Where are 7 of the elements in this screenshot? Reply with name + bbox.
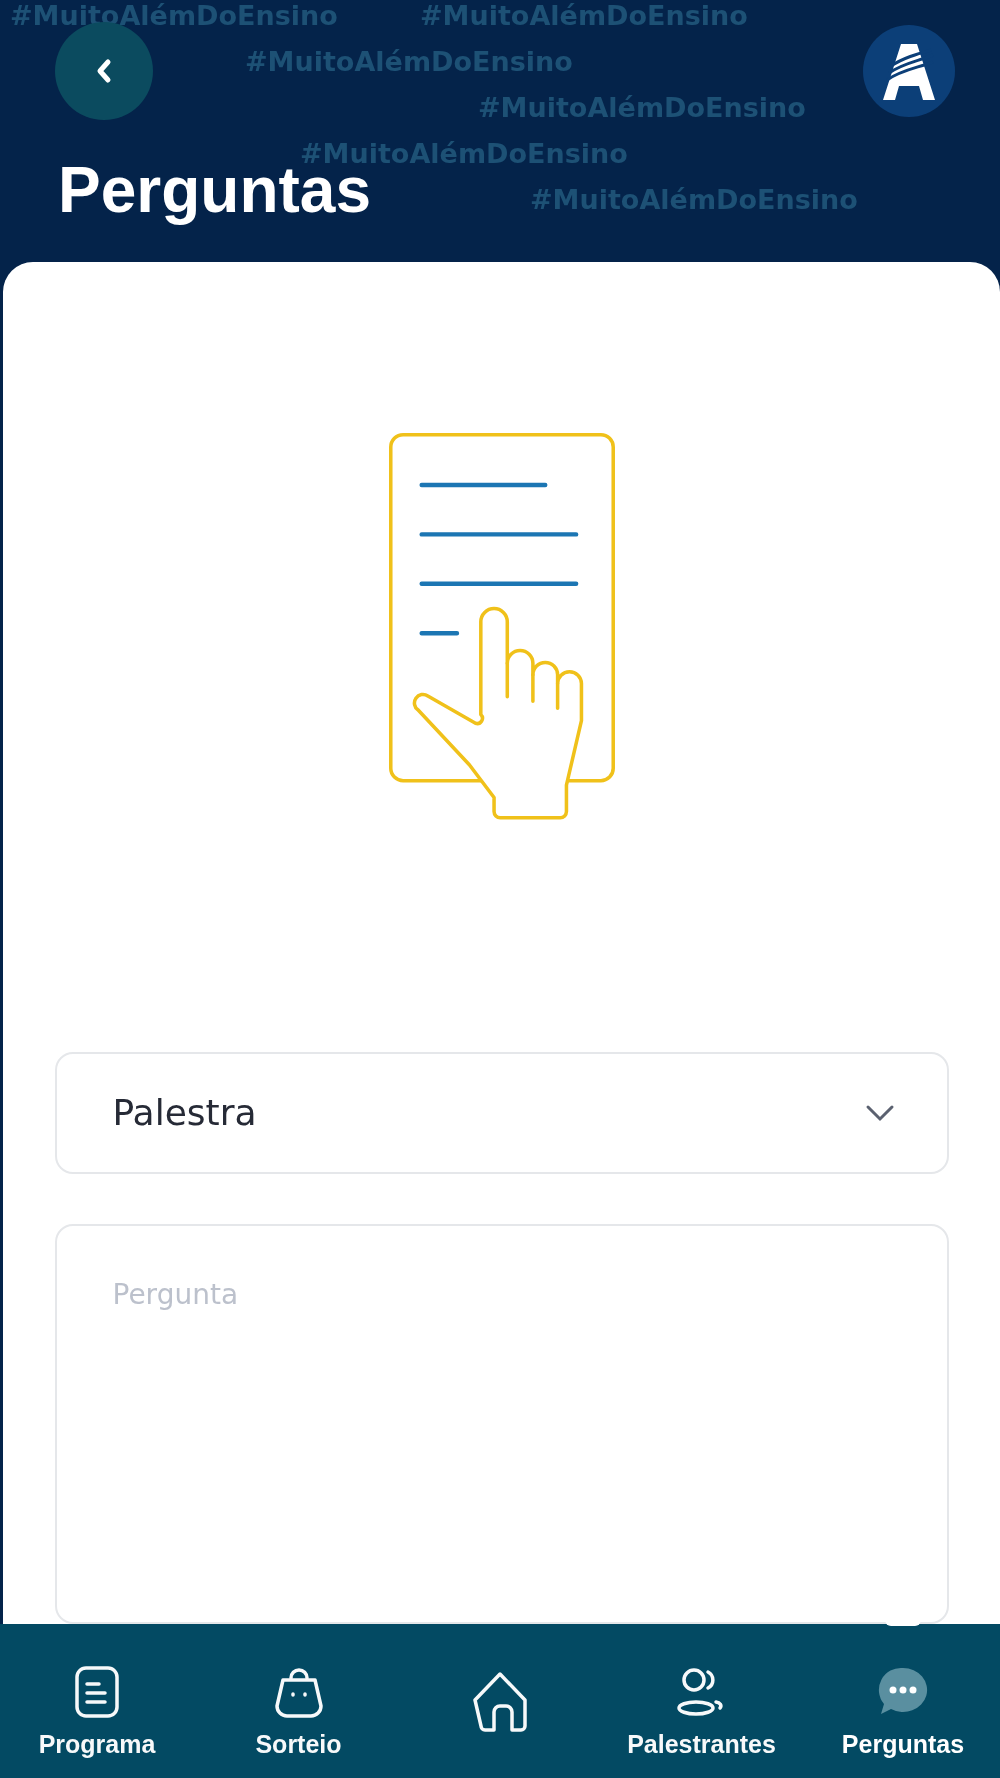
- lecture-select[interactable]: Palestra: [54, 1051, 949, 1174]
- question-field[interactable]: Pergunta: [54, 1224, 949, 1624]
- nav-tab[interactable]: Sorteio: [213, 1624, 384, 1778]
- nav-tab[interactable]: Palestrantes: [616, 1624, 787, 1778]
- nav-tab[interactable]: Perguntas: [818, 1624, 988, 1778]
- chevron-down-icon: [864, 1103, 895, 1122]
- nav-tab[interactable]: Programa: [12, 1624, 182, 1778]
